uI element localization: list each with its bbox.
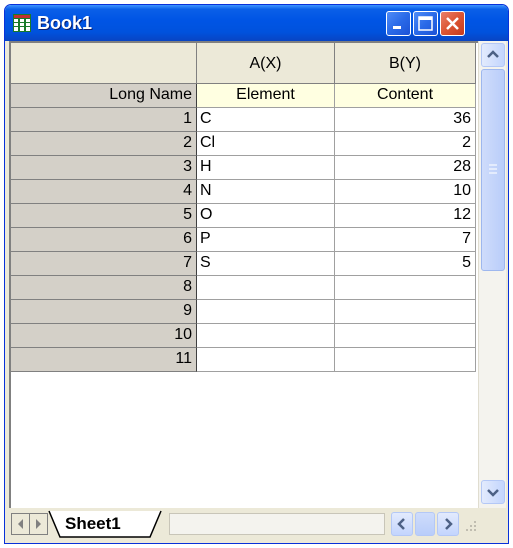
row-header[interactable]: 11 bbox=[11, 348, 197, 372]
cell-a[interactable] bbox=[197, 324, 335, 348]
minimize-icon bbox=[393, 26, 401, 29]
scroll-thumb[interactable] bbox=[481, 69, 505, 271]
row-header[interactable]: 4 bbox=[11, 180, 197, 204]
cell-b[interactable]: 28 bbox=[335, 156, 476, 180]
cell-a[interactable]: O bbox=[197, 204, 335, 228]
row-header[interactable]: 10 bbox=[11, 324, 197, 348]
scroll-up-icon bbox=[487, 50, 499, 58]
close-icon bbox=[446, 17, 459, 30]
window-title: Book1 bbox=[37, 13, 93, 33]
row-header[interactable]: 6 bbox=[11, 228, 197, 252]
row-header[interactable]: 8 bbox=[11, 276, 197, 300]
maximize-button[interactable] bbox=[413, 11, 438, 36]
minimize-button[interactable] bbox=[386, 11, 411, 36]
worksheet-grid[interactable]: A(X) B(Y) Long Name Element Content 1 C … bbox=[9, 41, 478, 508]
cell-a[interactable] bbox=[197, 348, 335, 372]
sheet-bar: Sheet1 bbox=[9, 508, 506, 540]
cell-b[interactable] bbox=[335, 324, 476, 348]
cell-a[interactable] bbox=[197, 276, 335, 300]
tab-next-button[interactable] bbox=[29, 513, 48, 535]
row-header[interactable]: 3 bbox=[11, 156, 197, 180]
scroll-left-icon bbox=[397, 518, 405, 530]
workbook-window: Book1 A(X) B(Y) Long Name Element Conten… bbox=[4, 4, 509, 544]
cell-a[interactable] bbox=[197, 300, 335, 324]
scroll-h-thumb[interactable] bbox=[415, 512, 435, 536]
scroll-up-button[interactable] bbox=[481, 43, 505, 67]
scroll-right-icon bbox=[445, 518, 453, 530]
close-button[interactable] bbox=[440, 11, 465, 36]
scroll-down-button[interactable] bbox=[481, 480, 505, 504]
horizontal-scrollbar[interactable] bbox=[389, 512, 479, 536]
cell-b[interactable]: 7 bbox=[335, 228, 476, 252]
cell-b[interactable]: 10 bbox=[335, 180, 476, 204]
cell-b[interactable]: 2 bbox=[335, 132, 476, 156]
sheet-tab-label: Sheet1 bbox=[65, 514, 121, 533]
row-header[interactable]: 9 bbox=[11, 300, 197, 324]
row-header[interactable]: 7 bbox=[11, 252, 197, 276]
row-header[interactable]: 1 bbox=[11, 108, 197, 132]
cell-b[interactable]: 5 bbox=[335, 252, 476, 276]
workbook-icon bbox=[13, 14, 31, 32]
column-header-a[interactable]: A(X) bbox=[197, 43, 335, 84]
row-header[interactable]: 2 bbox=[11, 132, 197, 156]
long-name-row-header[interactable]: Long Name bbox=[11, 84, 197, 108]
cell-a[interactable]: Cl bbox=[197, 132, 335, 156]
cell-a[interactable]: S bbox=[197, 252, 335, 276]
cell-b[interactable]: 12 bbox=[335, 204, 476, 228]
scroll-right-button[interactable] bbox=[437, 512, 459, 536]
cell-b[interactable] bbox=[335, 276, 476, 300]
long-name-cell-b[interactable]: Content bbox=[335, 84, 476, 108]
maximize-icon bbox=[418, 16, 433, 31]
cell-b[interactable]: 36 bbox=[335, 108, 476, 132]
tab-first-button[interactable] bbox=[11, 513, 30, 535]
tab-first-icon bbox=[18, 519, 23, 529]
corner-header[interactable] bbox=[11, 43, 197, 84]
vertical-scrollbar[interactable] bbox=[478, 41, 506, 508]
cell-b[interactable] bbox=[335, 300, 476, 324]
tab-next-icon bbox=[36, 519, 41, 529]
cell-a[interactable]: N bbox=[197, 180, 335, 204]
grip-icon bbox=[489, 164, 497, 174]
title-bar[interactable]: Book1 bbox=[5, 5, 508, 41]
scroll-left-button[interactable] bbox=[391, 512, 413, 536]
sheet-tab[interactable]: Sheet1 bbox=[47, 510, 163, 538]
long-name-cell-a[interactable]: Element bbox=[197, 84, 335, 108]
cell-a[interactable]: C bbox=[197, 108, 335, 132]
cell-a[interactable]: P bbox=[197, 228, 335, 252]
size-grip-icon[interactable] bbox=[463, 518, 479, 534]
horizontal-scroll-track[interactable] bbox=[169, 513, 385, 535]
cell-b[interactable] bbox=[335, 348, 476, 372]
scroll-down-icon bbox=[487, 489, 499, 497]
row-header[interactable]: 5 bbox=[11, 204, 197, 228]
cell-a[interactable]: H bbox=[197, 156, 335, 180]
column-header-b[interactable]: B(Y) bbox=[335, 43, 476, 84]
